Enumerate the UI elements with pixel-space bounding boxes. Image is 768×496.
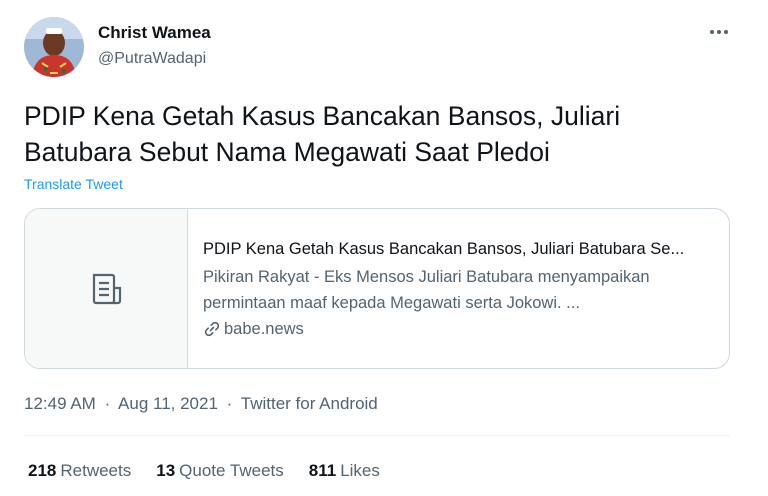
avatar-image — [24, 17, 84, 77]
card-domain-text: babe.news — [224, 320, 304, 338]
more-icon — [710, 30, 728, 34]
link-card[interactable]: PDIP Kena Getah Kasus Bancakan Bansos, J… — [24, 208, 730, 369]
card-domain: babe.news — [203, 318, 715, 340]
link-icon — [204, 321, 220, 337]
divider — [24, 435, 730, 436]
display-name[interactable]: Christ Wamea — [98, 23, 211, 43]
card-body: PDIP Kena Getah Kasus Bancakan Bansos, J… — [188, 209, 729, 368]
card-thumbnail — [25, 209, 188, 368]
tweet-stats: 218 Retweets 13 Quote Tweets 811 Likes — [28, 460, 405, 482]
quote-tweets-label: Quote Tweets — [179, 461, 284, 480]
tweet-date[interactable]: Aug 11, 2021 — [118, 394, 218, 413]
quote-tweets-count: 13 — [156, 461, 176, 480]
more-options-button[interactable] — [708, 22, 730, 42]
quote-tweets-stat[interactable]: 13 Quote Tweets — [156, 460, 284, 482]
likes-count: 811 — [308, 461, 337, 480]
user-handle[interactable]: @PutraWadapi — [98, 49, 206, 69]
tweet-time[interactable]: 12:49 AM — [24, 394, 96, 413]
card-title: PDIP Kena Getah Kasus Bancakan Bansos, J… — [203, 240, 685, 258]
card-description: Pikiran Rakyat - Eks Mensos Juliari Batu… — [203, 268, 650, 312]
tweet: Christ Wamea @PutraWadapi PDIP Kena Geta… — [0, 0, 768, 496]
likes-stat[interactable]: 811 Likes — [309, 460, 380, 482]
avatar[interactable] — [24, 17, 84, 77]
tweet-text: PDIP Kena Getah Kasus Bancakan Bansos, J… — [24, 101, 621, 167]
likes-label: Likes — [340, 461, 380, 480]
tweet-meta: 12:49 AM · Aug 11, 2021 · Twitter for An… — [24, 393, 378, 415]
meta-separator: · — [226, 394, 233, 413]
retweets-count: 218 — [28, 461, 57, 480]
meta-separator: · — [104, 394, 111, 413]
retweets-label: Retweets — [60, 461, 132, 480]
retweets-stat[interactable]: 218 Retweets — [28, 460, 131, 482]
document-icon — [92, 273, 122, 304]
tweet-source[interactable]: Twitter for Android — [241, 394, 378, 413]
translate-tweet-link[interactable]: Translate Tweet — [24, 175, 123, 193]
